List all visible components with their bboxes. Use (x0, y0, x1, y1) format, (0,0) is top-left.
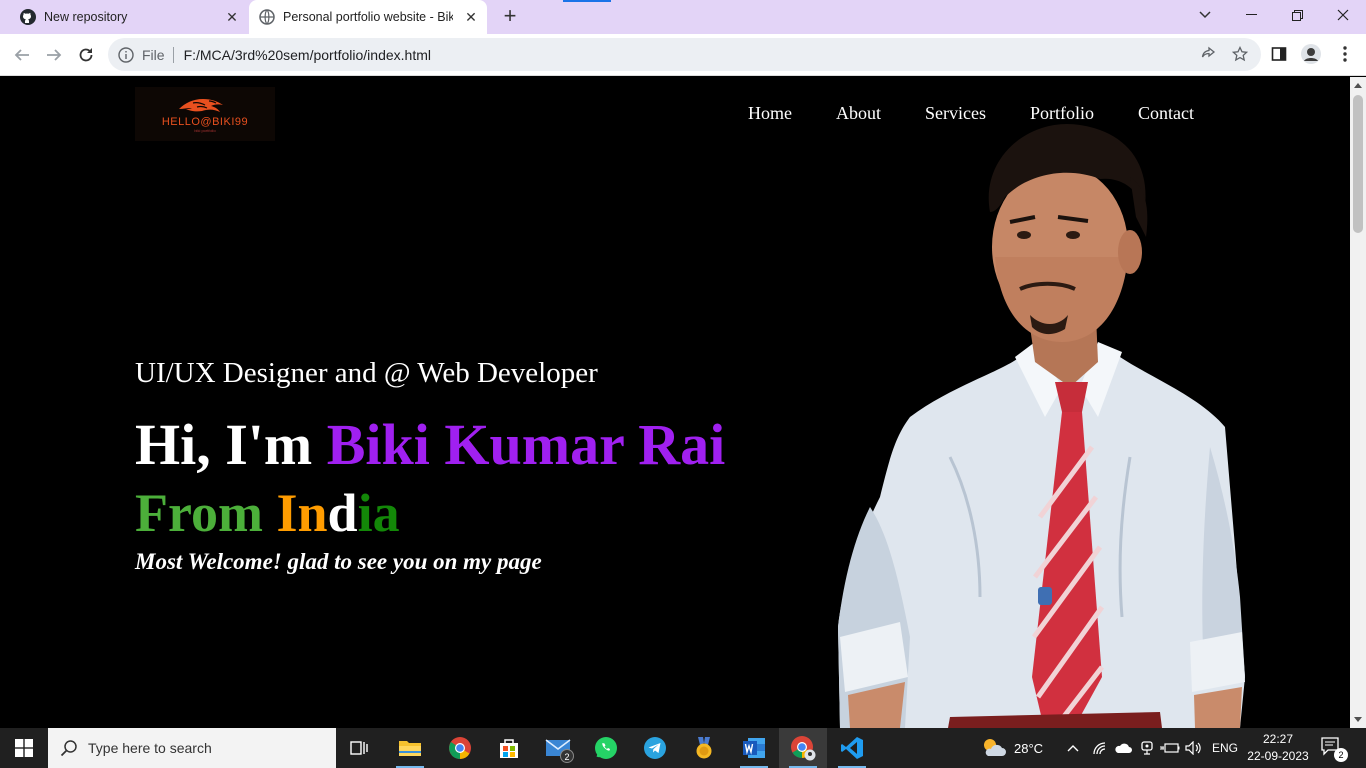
store-button[interactable] (485, 728, 533, 768)
page-viewport: HELLO@BIKI99 biki portfolio Home About S… (0, 77, 1350, 728)
origin-part-saffron: In (276, 483, 328, 543)
speaker-icon (1185, 741, 1201, 755)
globe-icon (259, 9, 275, 25)
reload-button[interactable] (74, 43, 98, 67)
minimize-button[interactable] (1228, 0, 1274, 30)
mail-button[interactable]: 2 (534, 728, 582, 768)
site-logo[interactable]: HELLO@BIKI99 biki portfolio (135, 87, 275, 141)
headline-name: Biki Kumar Rai (326, 412, 726, 477)
hero-tagline: Most Welcome! glad to see you on my page (135, 549, 542, 574)
chrome-icon (449, 737, 471, 759)
hero-headline: Hi, I'm Biki Kumar Rai (135, 411, 725, 479)
profile-avatar-icon[interactable] (1300, 43, 1322, 65)
new-tab-button[interactable]: + (498, 5, 522, 29)
tab-new-repository[interactable]: New repository ✕ (8, 0, 248, 34)
taskbar-search-box[interactable]: Type here to search (48, 728, 336, 768)
windows-taskbar: Type here to search 2 28°C ENG 22:27 22-… (0, 728, 1366, 768)
hero-origin: From India (135, 481, 400, 545)
info-icon[interactable] (118, 46, 134, 63)
telegram-button[interactable] (631, 728, 679, 768)
headline-greeting: Hi, I'm (135, 412, 327, 477)
chrome-button[interactable] (436, 728, 484, 768)
origin-part-green: ia (357, 483, 400, 543)
word-icon (743, 738, 765, 758)
profile-photo (838, 123, 1245, 728)
scroll-thumb[interactable] (1353, 95, 1363, 233)
tab-title: New repository (44, 10, 128, 24)
share-icon[interactable] (1197, 43, 1219, 65)
chevron-up-icon (1067, 745, 1079, 752)
close-tab-icon[interactable]: ✕ (463, 9, 479, 25)
browser-toolbar: File F:/MCA/3rd%20sem/portfolio/index.ht… (0, 34, 1366, 76)
medal-app-button[interactable] (680, 728, 728, 768)
vscode-button[interactable] (828, 728, 876, 768)
word-button[interactable] (730, 728, 778, 768)
medal-icon (696, 737, 712, 759)
scroll-up-icon[interactable] (1354, 83, 1362, 88)
github-icon (20, 9, 36, 25)
whatsapp-button[interactable] (582, 728, 630, 768)
battery-plug-icon (1160, 743, 1180, 753)
drag-indicator (563, 0, 611, 2)
onedrive-status[interactable] (1114, 728, 1132, 768)
chrome-profile-icon (791, 736, 816, 761)
whatsapp-icon (595, 737, 617, 759)
webcam-icon (1141, 741, 1153, 755)
close-tab-icon[interactable]: ✕ (224, 9, 240, 25)
tiger-logo-icon (179, 99, 223, 112)
network-status[interactable] (1092, 728, 1108, 768)
back-button[interactable] (10, 43, 34, 67)
volume-control[interactable] (1185, 728, 1203, 768)
scroll-down-icon[interactable] (1354, 717, 1362, 722)
vscode-icon (841, 737, 863, 759)
notification-center-button[interactable]: 2 (1320, 736, 1348, 762)
show-hidden-icons[interactable] (1066, 728, 1080, 768)
weather-partly-cloudy-icon (984, 739, 1006, 756)
browser-tab-strip: New repository ✕ Personal portfolio webs… (0, 0, 1366, 34)
chrome-profile-button[interactable] (779, 728, 827, 768)
nav-link-home[interactable]: Home (748, 103, 792, 124)
file-explorer-button[interactable] (386, 728, 434, 768)
windows-logo-icon (15, 739, 33, 757)
weather-widget[interactable]: 28°C (980, 728, 1043, 768)
restore-button[interactable] (1274, 0, 1320, 30)
folder-icon (399, 741, 421, 756)
tab-title: Personal portfolio website - Biki (283, 10, 453, 24)
forward-button[interactable] (42, 43, 66, 67)
wifi-icon (1093, 742, 1106, 755)
logo-subtext: biki portfolio (194, 128, 216, 133)
clock-date: 22-09-2023 (1247, 749, 1309, 763)
meet-now[interactable] (1140, 728, 1154, 768)
search-icon (60, 740, 77, 757)
side-panel-icon[interactable] (1268, 43, 1290, 65)
kebab-menu-icon[interactable] (1334, 43, 1356, 65)
cloud-icon (1115, 743, 1132, 753)
mail-badge: 2 (560, 749, 574, 763)
logo-text: HELLO@BIKI99 (161, 116, 249, 128)
telegram-icon (644, 737, 666, 759)
origin-part-from: From (135, 483, 277, 543)
url-text[interactable]: F:/MCA/3rd%20sem/portfolio/index.html (184, 47, 431, 63)
close-window-button[interactable] (1320, 0, 1366, 30)
task-view-icon (350, 741, 368, 755)
weather-temp: 28°C (1014, 740, 1044, 756)
bookmark-star-icon[interactable] (1229, 43, 1251, 65)
system-clock[interactable]: 22:27 22-09-2023 (1246, 731, 1310, 765)
page-scrollbar[interactable] (1350, 77, 1366, 728)
origin-part-white: d (327, 483, 358, 543)
input-language[interactable]: ENG (1212, 728, 1238, 768)
tab-portfolio[interactable]: Personal portfolio website - Biki ✕ (249, 0, 487, 34)
clock-time: 22:27 (1262, 732, 1294, 746)
scheme-label: File (142, 46, 165, 63)
power-status[interactable] (1160, 728, 1180, 768)
address-bar[interactable]: File F:/MCA/3rd%20sem/portfolio/index.ht… (108, 38, 1261, 71)
hero-subtitle: UI/UX Designer and @ Web Developer (135, 357, 598, 389)
task-view-button[interactable] (336, 728, 384, 768)
notification-count: 2 (1334, 748, 1348, 762)
tab-search-chevron-icon[interactable] (1182, 0, 1228, 30)
store-icon (500, 739, 518, 758)
start-button[interactable] (0, 728, 48, 768)
search-placeholder: Type here to search (88, 740, 212, 756)
divider (172, 46, 174, 63)
